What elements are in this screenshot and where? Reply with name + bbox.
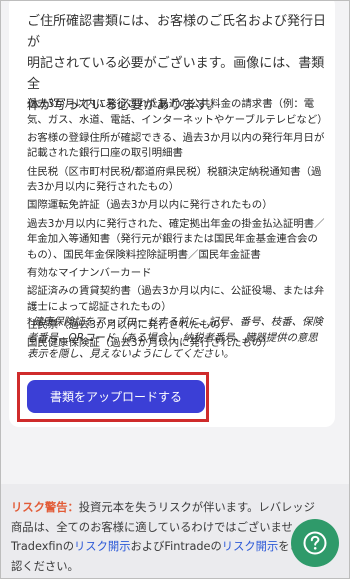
document-item: 認証済みの賃貸契約書（過去3か月以内に、公証役場、または弁護士によって認証された… <box>27 285 325 313</box>
tradexfin-risk-disclosure-link[interactable]: リスク開示 <box>74 540 131 553</box>
help-button[interactable] <box>291 519 339 567</box>
document-item: 住民税（区市町村民税/都道府県民税）税額決定納税通知書（過去3か月以内に発行され… <box>27 165 322 194</box>
risk-text-part: およびFintradeの <box>130 540 222 553</box>
document-item: 有効なマイナンバーカード <box>27 266 152 279</box>
app-frame: ご住所確認書類には、お客様のご氏名および発行日が 明記されている必要がございます… <box>0 0 350 579</box>
document-item: 過去3か月以内に発行された、確定拠出年金の掛金払込証明書／年金加入等通知書（発行… <box>27 217 325 261</box>
document-item: 過去3か月以内に発行された最近の公共料金の請求書（例：電気、ガス、水道、電話、イ… <box>27 98 328 126</box>
document-item: 国際運転免許証（過去3か月以内に発行されたもの） <box>27 199 273 212</box>
intro-line: ご住所確認書類には、お客様のご氏名および発行日が <box>27 14 327 50</box>
upload-documents-button[interactable]: 書類をアップロードする <box>27 380 205 413</box>
fintrade-risk-disclosure-link[interactable]: リスク開示 <box>222 540 279 553</box>
help-question-icon <box>303 531 327 555</box>
health-insurance-note: *健康保険証をアップロードする前に、記号、番号、枝番、保険者番号、QRコード（あ… <box>27 316 323 360</box>
risk-warning-label: リスク警告： <box>11 501 79 514</box>
risk-warning-text: リスク警告：投資元本を失うリスクが伴います。レバレッジ商品は、全てのお客様に適し… <box>11 498 321 576</box>
risk-text-part: Tradexfinの <box>11 540 74 553</box>
document-item: お客様の登録住所が確認できる、過去3か月以内の発行年月日が記載された銀行口座の取… <box>27 131 325 160</box>
intro-line: 明記されている必要がございます。画像には、書類全 <box>27 56 325 92</box>
